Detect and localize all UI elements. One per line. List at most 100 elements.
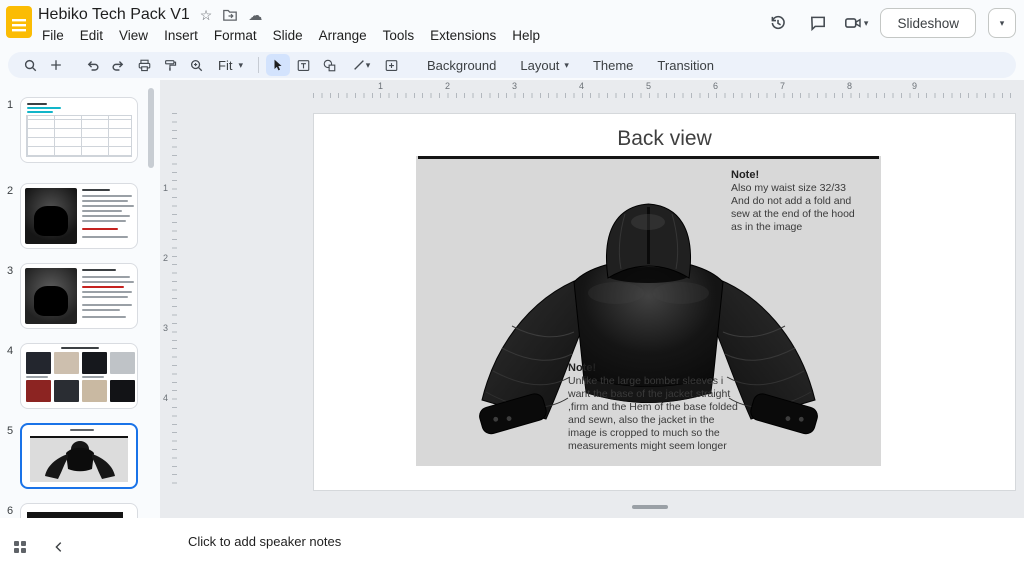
comments-button[interactable] bbox=[804, 9, 832, 37]
slide-number: 5 bbox=[7, 425, 13, 437]
thumb-text-line bbox=[82, 304, 132, 306]
print-button[interactable] bbox=[132, 54, 156, 76]
chevron-down-icon: ▾ bbox=[238, 60, 243, 71]
redo-icon bbox=[111, 58, 126, 73]
ruler-number: 1 bbox=[378, 81, 383, 91]
note-body: Also my waist size 32/33 And do not add … bbox=[731, 182, 879, 234]
search-icon bbox=[23, 58, 38, 73]
speaker-notes-resize-handle[interactable] bbox=[632, 505, 668, 509]
grid-view-icon[interactable] bbox=[12, 539, 28, 555]
google-slides-app: Hebiko Tech Pack V1 ☆ ☁ File Edit View I… bbox=[0, 0, 1024, 563]
slide-canvas-area[interactable]: 1 2 3 4 5 6 7 8 9 1 2 3 4 Back view bbox=[160, 80, 1024, 518]
version-history-button[interactable] bbox=[764, 9, 792, 37]
horizontal-ruler: 1 2 3 4 5 6 7 8 9 bbox=[160, 80, 1024, 100]
zoom-icon bbox=[189, 58, 204, 73]
zoom-button[interactable] bbox=[184, 54, 208, 76]
thumb-text-line bbox=[82, 286, 124, 288]
zoom-select[interactable]: Fit ▾ bbox=[210, 58, 251, 73]
undo-button[interactable] bbox=[80, 54, 104, 76]
slideshow-options-button[interactable]: ▾ bbox=[988, 8, 1016, 38]
thumb-text-line bbox=[82, 205, 134, 207]
thumb-photo bbox=[26, 352, 51, 374]
slide-thumbnail-1[interactable] bbox=[20, 97, 138, 163]
background-button[interactable]: Background bbox=[416, 58, 507, 73]
speaker-notes-placeholder[interactable]: Click to add speaker notes bbox=[188, 534, 341, 549]
menu-format[interactable]: Format bbox=[206, 25, 265, 46]
text-box-tool-button[interactable] bbox=[292, 54, 316, 76]
thumb-jacket-image bbox=[25, 188, 77, 244]
paint-format-icon bbox=[163, 58, 178, 73]
thumb-text-line bbox=[82, 215, 130, 217]
annotation-note-1[interactable]: Note! Also my waist size 32/33 And do no… bbox=[731, 169, 879, 234]
current-slide[interactable]: Back view bbox=[313, 113, 1016, 491]
thumb-photo bbox=[110, 380, 135, 402]
title-row: Hebiko Tech Pack V1 ☆ ☁ bbox=[38, 6, 262, 24]
ruler-number: 4 bbox=[579, 81, 584, 91]
thumb-text-line bbox=[27, 111, 53, 113]
thumb-text-line bbox=[82, 195, 132, 197]
slide-thumbnail-3[interactable] bbox=[20, 263, 138, 329]
annotation-note-2[interactable]: Note! Unlike the large bomber sleeves i … bbox=[568, 362, 746, 453]
menu-help[interactable]: Help bbox=[504, 25, 548, 46]
thumb-jacket-graphic bbox=[30, 438, 130, 484]
slide-number: 3 bbox=[7, 265, 13, 277]
menu-slide[interactable]: Slide bbox=[265, 25, 311, 46]
thumb-photo bbox=[26, 380, 51, 402]
menu-file[interactable]: File bbox=[34, 25, 72, 46]
slide-number: 6 bbox=[7, 505, 13, 517]
slideshow-button[interactable]: Slideshow bbox=[880, 8, 976, 38]
comments-icon bbox=[809, 14, 827, 32]
thumb-text-line bbox=[82, 296, 128, 298]
thumb-photo bbox=[82, 380, 107, 402]
filmstrip-scrollbar[interactable] bbox=[148, 88, 154, 168]
move-folder-icon[interactable] bbox=[222, 7, 238, 23]
menu-arrange[interactable]: Arrange bbox=[311, 25, 375, 46]
new-slide-button[interactable] bbox=[44, 54, 68, 76]
slide-title[interactable]: Back view bbox=[314, 127, 1015, 151]
text-box-icon bbox=[296, 58, 311, 73]
slide-number: 1 bbox=[7, 99, 13, 111]
shape-icon bbox=[322, 58, 337, 73]
slides-logo-icon[interactable] bbox=[6, 6, 32, 38]
meet-camera-icon bbox=[844, 14, 862, 32]
layout-button[interactable]: Layout ▾ bbox=[509, 58, 580, 73]
line-tool-button[interactable]: ▾ bbox=[344, 54, 378, 76]
menu-insert[interactable]: Insert bbox=[156, 25, 206, 46]
transition-button[interactable]: Transition bbox=[646, 58, 725, 73]
ruler-number: 3 bbox=[163, 323, 168, 333]
ruler-number: 6 bbox=[713, 81, 718, 91]
insert-placeholder-icon bbox=[384, 58, 399, 73]
insert-placeholder-button[interactable] bbox=[380, 54, 404, 76]
thumb-text-line bbox=[82, 281, 134, 283]
shape-tool-button[interactable] bbox=[318, 54, 342, 76]
star-icon[interactable]: ☆ bbox=[200, 8, 213, 22]
thumb-title-line bbox=[70, 429, 94, 431]
join-call-button[interactable]: ▾ bbox=[844, 14, 869, 32]
ruler-number: 2 bbox=[163, 253, 168, 263]
menu-extensions[interactable]: Extensions bbox=[422, 25, 504, 46]
menu-view[interactable]: View bbox=[111, 25, 156, 46]
ruler-number: 2 bbox=[445, 81, 450, 91]
select-cursor-icon bbox=[271, 58, 285, 72]
edit-toolbar: Fit ▾ ▾ bbox=[8, 52, 1016, 78]
chevron-down-icon: ▾ bbox=[1000, 18, 1005, 29]
slide-thumbnail-2[interactable] bbox=[20, 183, 138, 249]
slide-thumbnail-5-selected[interactable] bbox=[20, 423, 138, 489]
paint-format-button[interactable] bbox=[158, 54, 182, 76]
top-bar: Hebiko Tech Pack V1 ☆ ☁ File Edit View I… bbox=[0, 0, 1024, 48]
note-body: Unlike the large bomber sleeves i want t… bbox=[568, 375, 746, 453]
menu-edit[interactable]: Edit bbox=[72, 25, 111, 46]
cloud-status-icon[interactable]: ☁ bbox=[248, 8, 262, 22]
search-menus-button[interactable] bbox=[18, 54, 42, 76]
thumb-text-line bbox=[82, 228, 118, 230]
theme-button[interactable]: Theme bbox=[582, 58, 644, 73]
thumb-jacket-image bbox=[25, 268, 77, 324]
thumb-text-line bbox=[82, 189, 110, 191]
collapse-filmstrip-icon[interactable] bbox=[52, 540, 66, 554]
menu-tools[interactable]: Tools bbox=[375, 25, 423, 46]
select-tool-button[interactable] bbox=[266, 54, 290, 76]
slide-thumbnail-4[interactable] bbox=[20, 343, 138, 409]
slide-image-block[interactable]: Note! Also my waist size 32/33 And do no… bbox=[416, 156, 881, 466]
redo-button[interactable] bbox=[106, 54, 130, 76]
document-title[interactable]: Hebiko Tech Pack V1 bbox=[38, 6, 190, 24]
